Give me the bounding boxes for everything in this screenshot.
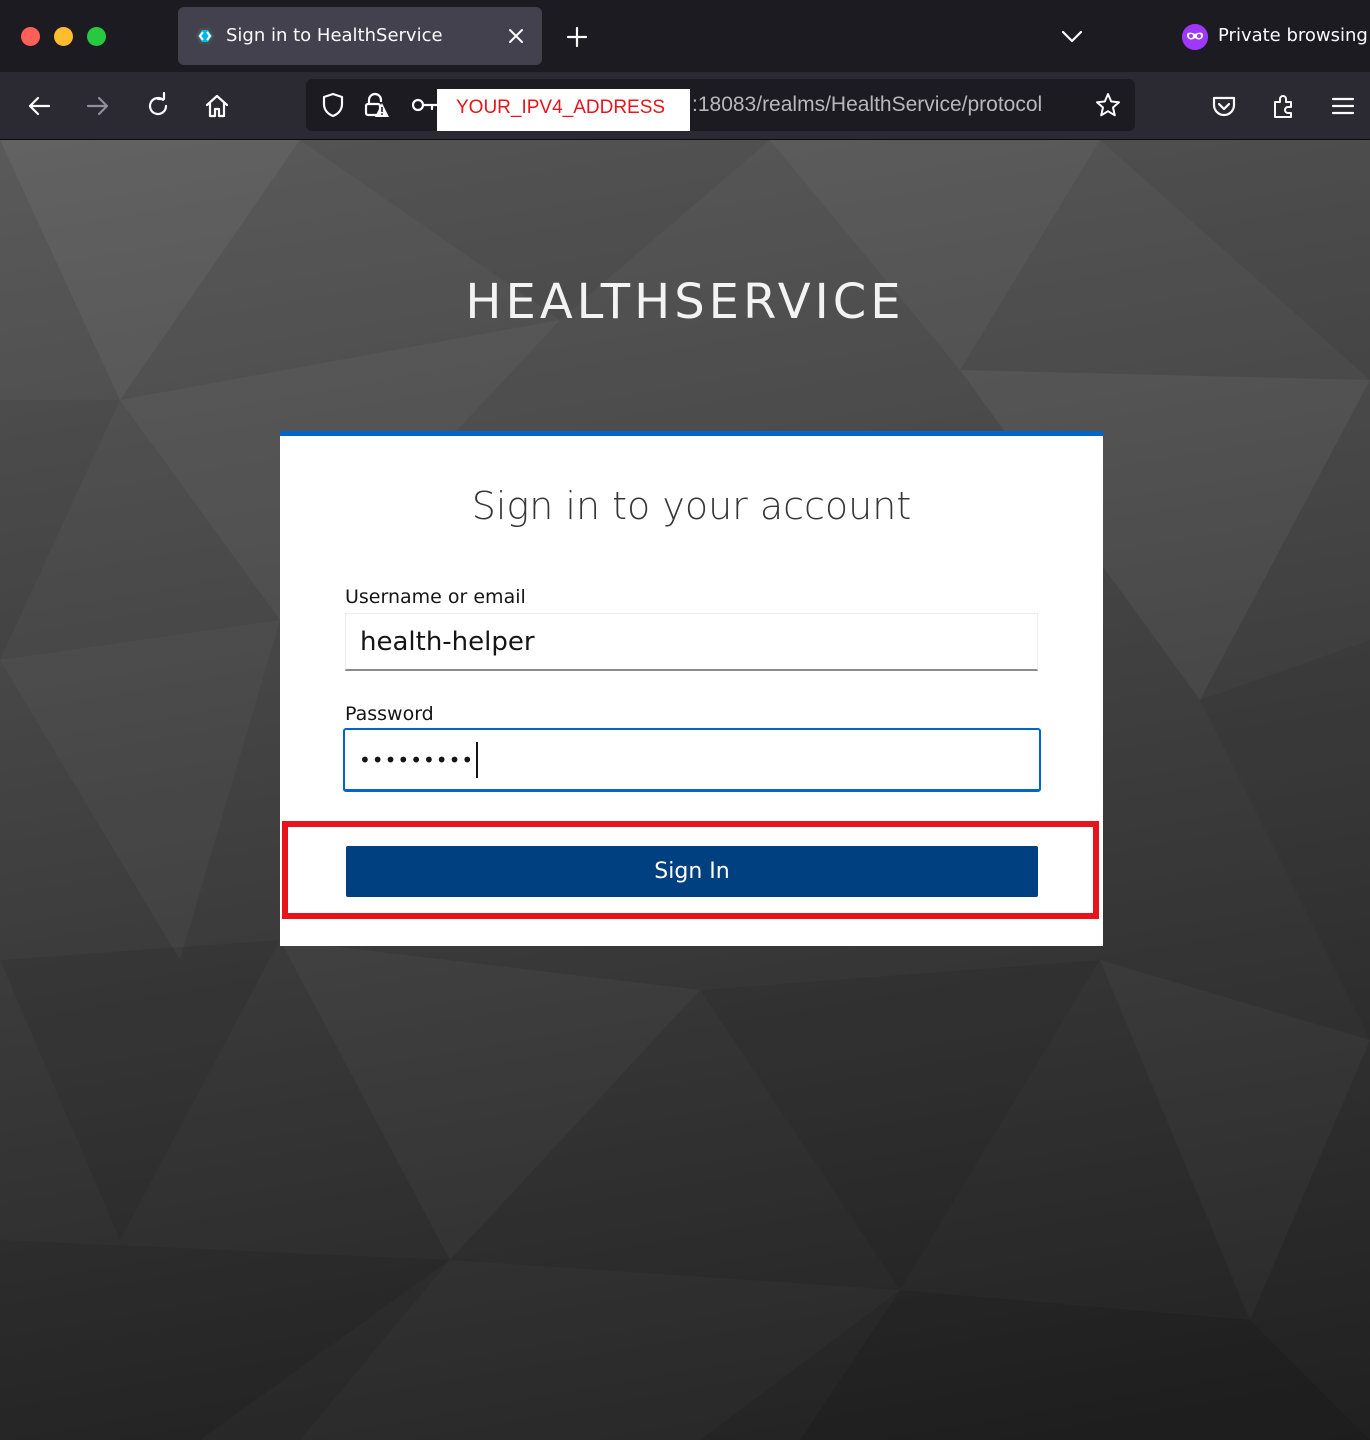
private-browsing-label: Private browsing <box>1218 25 1368 46</box>
sign-in-button[interactable]: Sign In <box>346 846 1038 897</box>
zoom-window-button[interactable] <box>87 27 106 46</box>
brand-title: HEALTHSERVICE <box>465 274 905 330</box>
password-value: ••••••••• <box>359 747 475 772</box>
reload-icon[interactable] <box>144 92 172 120</box>
tracking-protection-shield-icon[interactable] <box>319 91 347 119</box>
text-caret <box>476 741 479 778</box>
redacted-ip-label: YOUR_IPV4_ADDRESS <box>437 89 690 131</box>
close-tab-icon[interactable] <box>506 26 526 46</box>
password-input[interactable]: ••••••••• <box>343 728 1041 792</box>
insecure-lock-warning-icon[interactable] <box>362 91 390 119</box>
tab-strip: Sign in to HealthService Private browsin… <box>0 0 1370 72</box>
username-label: Username or email <box>345 586 526 608</box>
close-window-button[interactable] <box>21 27 40 46</box>
back-arrow-icon[interactable] <box>25 92 53 120</box>
minimize-window-button[interactable] <box>54 27 73 46</box>
password-label: Password <box>345 703 434 725</box>
private-browsing-icon <box>1182 24 1208 50</box>
page-content: HEALTHSERVICE Sign in to your account Us… <box>0 140 1370 1440</box>
username-input[interactable]: health-helper <box>345 613 1038 671</box>
bookmark-star-icon[interactable] <box>1094 91 1122 119</box>
key-icon[interactable] <box>410 91 438 119</box>
forward-arrow-icon[interactable] <box>84 92 112 120</box>
new-tab-icon[interactable] <box>565 25 589 49</box>
navigation-toolbar: YOUR_IPV4_ADDRESS :18083/realms/HealthSe… <box>0 72 1370 140</box>
pocket-icon[interactable] <box>1210 92 1238 120</box>
tab-sign-in[interactable]: Sign in to HealthService <box>178 7 542 65</box>
chevron-down-icon[interactable] <box>1060 26 1084 46</box>
tab-title: Sign in to HealthService <box>226 25 443 46</box>
address-bar[interactable]: YOUR_IPV4_ADDRESS :18083/realms/HealthSe… <box>306 79 1135 131</box>
page-title: Sign in to your account <box>471 484 912 528</box>
username-value: health-helper <box>360 626 535 657</box>
redacted-ip-text: YOUR_IPV4_ADDRESS <box>456 97 666 118</box>
hamburger-menu-icon[interactable] <box>1329 92 1357 120</box>
home-icon[interactable] <box>203 92 231 120</box>
extensions-icon[interactable] <box>1270 92 1298 120</box>
keycloak-favicon-icon <box>195 28 215 44</box>
url-text[interactable]: :18083/realms/HealthService/protocol <box>692 93 1082 117</box>
